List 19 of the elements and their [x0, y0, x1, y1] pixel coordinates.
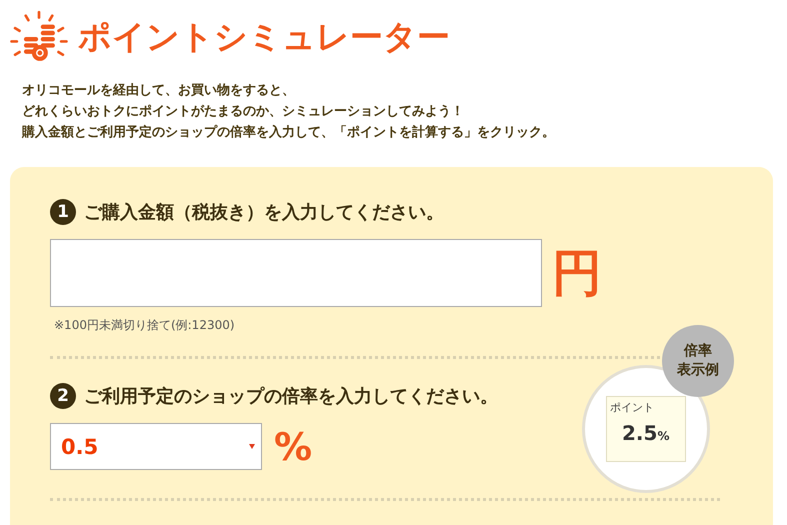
unit-label: %	[274, 424, 312, 468]
rate-dropdown[interactable]: 0.5	[50, 423, 262, 470]
amount-input[interactable]	[50, 239, 542, 307]
input-note: ※100円未満切り捨て(例:12300)	[54, 317, 236, 334]
example-rate: 2.5%	[622, 421, 670, 445]
caret-icon	[249, 444, 255, 449]
step-heading: ご購入金額（税抜き）を入力してください。	[84, 201, 444, 224]
badge-text: 倍率	[684, 342, 712, 361]
badge-text: 表示例	[677, 361, 719, 380]
step-heading: ご利用予定のショップの倍率を入力してください。	[84, 385, 498, 408]
unit-label: 円	[552, 242, 602, 304]
intro-text: どれくらいおトクにポイントがたまるのか、シミュレーションしてみよう！	[22, 103, 465, 121]
step-number: 2	[50, 383, 76, 409]
intro-text: 購入金額とご利用予定のショップの倍率を入力して、「ポイントを計算する」をクリック。	[22, 124, 556, 142]
step-number: 1	[50, 199, 76, 225]
coin-stack-icon	[8, 10, 70, 64]
intro-text: オリコモールを経由して、お買い物をすると、	[22, 82, 296, 100]
page-title: ポイントシミュレーター	[78, 16, 450, 58]
example-label: ポイント	[610, 400, 655, 415]
